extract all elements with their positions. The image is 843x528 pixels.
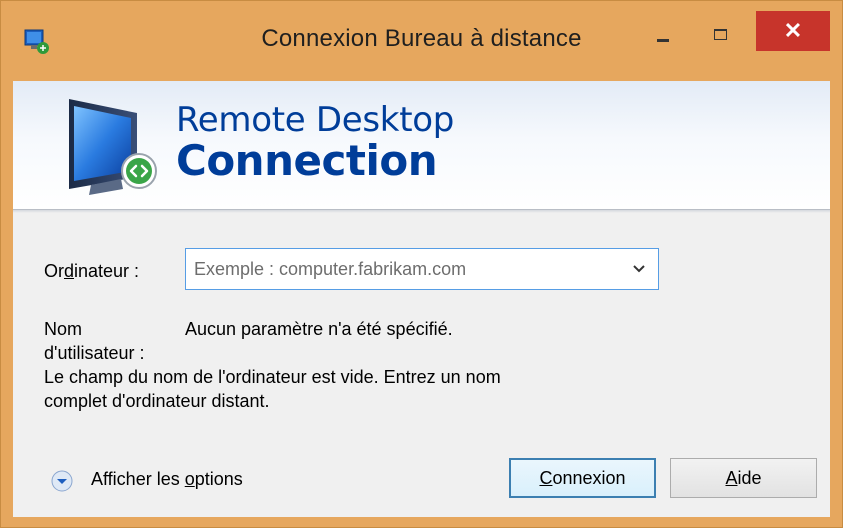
chevron-down-icon[interactable] xyxy=(632,263,646,275)
banner-title-line2: Connection xyxy=(176,136,438,185)
close-button[interactable]: ✕ xyxy=(756,11,830,51)
banner-divider xyxy=(13,210,830,213)
maximize-button[interactable] xyxy=(699,23,743,51)
username-label-cont: d'utilisateur : xyxy=(44,343,145,363)
username-value: Aucun paramètre n'a été spécifié. xyxy=(185,319,453,339)
banner-title-line1: Remote Desktop xyxy=(176,100,455,140)
minimize-button[interactable] xyxy=(641,25,685,53)
username-label: Nom xyxy=(44,319,83,339)
error-message-cont: complet d'ordinateur distant. xyxy=(44,391,270,411)
show-options-link[interactable]: Afficher les options xyxy=(91,469,243,490)
connect-button[interactable]: Connexion xyxy=(509,458,656,498)
header-banner: Remote Desktop Connection xyxy=(13,81,830,210)
computer-input[interactable]: Exemple : computer.fabrikam.com xyxy=(194,259,466,280)
rdp-window: Connexion Bureau à distance ✕ Remote Des… xyxy=(0,0,843,528)
help-button[interactable]: Aide xyxy=(670,458,817,498)
computer-combobox[interactable]: Exemple : computer.fabrikam.com xyxy=(185,248,659,290)
remote-desktop-monitor-icon xyxy=(69,99,157,195)
computer-label: Ordinateur : xyxy=(44,261,140,281)
title-bar[interactable]: Connexion Bureau à distance ✕ xyxy=(1,1,842,81)
expand-options-icon[interactable] xyxy=(51,470,73,492)
close-icon: ✕ xyxy=(783,18,803,43)
error-message: Le champ du nom de l'ordinateur est vide… xyxy=(44,367,501,387)
dialog-body: Remote Desktop Connection Ordinateur : E… xyxy=(13,81,830,517)
